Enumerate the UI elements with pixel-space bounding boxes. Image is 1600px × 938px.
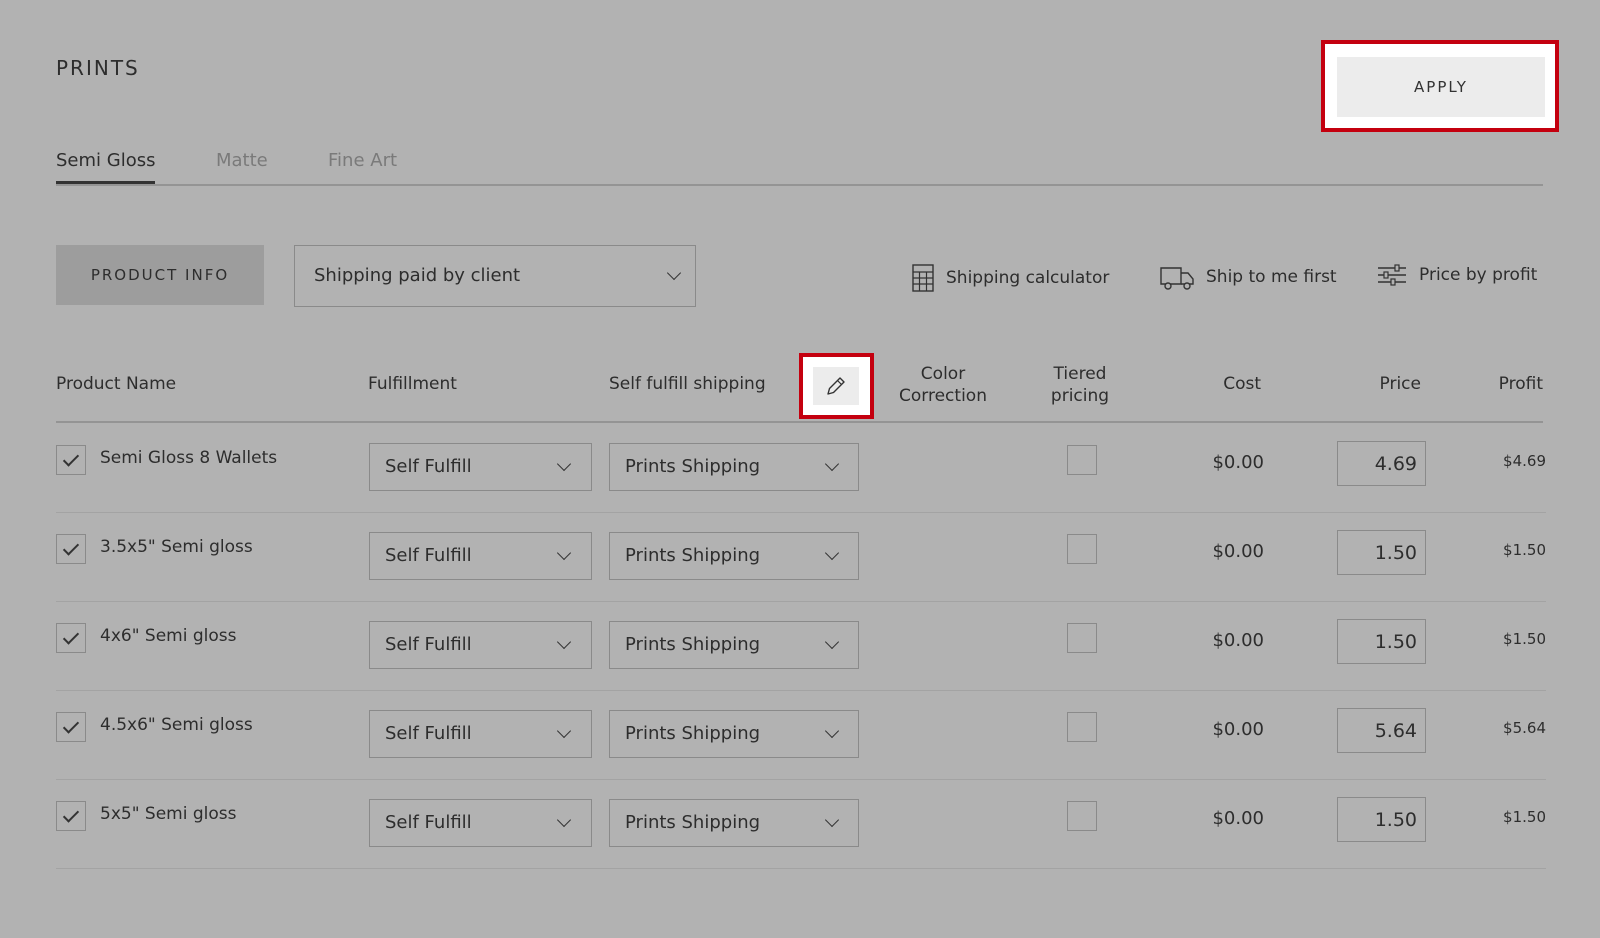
sliders-icon [1378,264,1406,286]
ship-to-me-first-label: Ship to me first [1206,267,1337,287]
calculator-icon [912,264,934,292]
chevron-down-icon [824,456,840,472]
pencil-icon [827,377,845,395]
column-profit: Profit [1498,374,1543,394]
chevron-down-icon [556,723,572,739]
shipping-value: Prints Shipping [625,812,761,833]
price-input[interactable] [1337,530,1426,575]
table-row: 4.5x6" Semi gloss Self Fulfill Prints Sh… [56,690,1546,780]
edit-highlight [799,353,874,419]
column-price: Price [1379,374,1421,394]
shipping-value: Prints Shipping [625,545,761,566]
fulfillment-select[interactable]: Self Fulfill [369,621,592,669]
price-input[interactable] [1337,797,1426,842]
apply-button[interactable]: APPLY [1337,57,1545,117]
product-name: 5x5" Semi gloss [100,804,237,824]
shipping-select[interactable]: Prints Shipping [609,532,859,580]
chevron-down-icon [824,812,840,828]
chevron-down-icon [556,634,572,650]
row-checkbox[interactable] [56,712,86,742]
profit-value: $1.50 [1503,630,1546,648]
product-name: Semi Gloss 8 Wallets [100,448,278,468]
shipping-select[interactable]: Prints Shipping [609,799,859,847]
tiered-pricing-checkbox[interactable] [1067,623,1097,653]
row-checkbox[interactable] [56,445,86,475]
fulfillment-select[interactable]: Self Fulfill [369,799,592,847]
shipping-value: Prints Shipping [625,634,761,655]
row-checkbox[interactable] [56,623,86,653]
table-row: 4x6" Semi gloss Self Fulfill Prints Ship… [56,601,1546,691]
chevron-down-icon [824,634,840,650]
column-self-fulfill-shipping: Self fulfill shipping [609,374,766,394]
chevron-down-icon [824,723,840,739]
cost-value: $0.00 [1212,541,1264,562]
shipping-mode-select[interactable]: Shipping paid by client [294,245,696,307]
shipping-select[interactable]: Prints Shipping [609,710,859,758]
shipping-calculator-label: Shipping calculator [946,268,1110,288]
chevron-down-icon [556,456,572,472]
chevron-down-icon [556,812,572,828]
shipping-mode-value: Shipping paid by client [314,265,521,286]
truck-icon [1160,267,1194,290]
product-info-button[interactable]: PRODUCT INFO [56,245,264,305]
table-row: 5x5" Semi gloss Self Fulfill Prints Ship… [56,779,1546,869]
column-color-correction: Color Correction [899,364,987,406]
profit-value: $5.64 [1503,719,1546,737]
price-input[interactable] [1337,619,1426,664]
fulfillment-value: Self Fulfill [385,812,472,833]
fulfillment-select[interactable]: Self Fulfill [369,532,592,580]
fulfillment-value: Self Fulfill [385,456,472,477]
tiered-pricing-checkbox[interactable] [1067,801,1097,831]
fulfillment-select[interactable]: Self Fulfill [369,710,592,758]
product-name: 3.5x5" Semi gloss [100,537,253,557]
profit-value: $1.50 [1503,808,1546,826]
chevron-down-icon [824,545,840,561]
tab-matte[interactable]: Matte [216,150,268,181]
column-product-name: Product Name [56,374,177,394]
tiered-pricing-checkbox[interactable] [1067,445,1097,475]
profit-value: $4.69 [1503,452,1546,470]
column-fulfillment: Fulfillment [368,374,457,394]
price-by-profit-label: Price by profit [1419,265,1538,285]
product-name: 4.5x6" Semi gloss [100,715,253,735]
page-title: PRINTS [56,56,140,80]
shipping-value: Prints Shipping [625,456,761,477]
price-input[interactable] [1337,708,1426,753]
tiered-pricing-checkbox[interactable] [1067,534,1097,564]
cost-value: $0.00 [1212,719,1264,740]
product-name: 4x6" Semi gloss [100,626,237,646]
price-by-profit-button[interactable]: Price by profit [1377,264,1537,286]
fulfillment-value: Self Fulfill [385,545,472,566]
column-cost: Cost [1223,374,1261,394]
edit-shipping-button[interactable] [813,367,859,405]
apply-highlight: APPLY [1321,40,1559,132]
cost-value: $0.00 [1212,452,1264,473]
shipping-select[interactable]: Prints Shipping [609,443,859,491]
row-checkbox[interactable] [56,534,86,564]
cost-value: $0.00 [1212,630,1264,651]
column-tiered-pricing: Tiered pricing [1050,364,1110,406]
profit-value: $1.50 [1503,541,1546,559]
ship-to-me-first-button[interactable]: Ship to me first [1160,264,1337,290]
shipping-select[interactable]: Prints Shipping [609,621,859,669]
table-row: Semi Gloss 8 Wallets Self Fulfill Prints… [56,423,1546,513]
fulfillment-value: Self Fulfill [385,634,472,655]
shipping-value: Prints Shipping [625,723,761,744]
price-input[interactable] [1337,441,1426,486]
chevron-down-icon [666,265,682,281]
tab-fine-art[interactable]: Fine Art [328,150,397,181]
tab-semi-gloss[interactable]: Semi Gloss [56,150,156,184]
shipping-calculator-button[interactable]: Shipping calculator [912,264,1109,292]
cost-value: $0.00 [1212,808,1264,829]
chevron-down-icon [556,545,572,561]
fulfillment-value: Self Fulfill [385,723,472,744]
row-checkbox[interactable] [56,801,86,831]
tiered-pricing-checkbox[interactable] [1067,712,1097,742]
table-row: 3.5x5" Semi gloss Self Fulfill Prints Sh… [56,512,1546,602]
fulfillment-select[interactable]: Self Fulfill [369,443,592,491]
tab-bar: Semi Gloss Matte Fine Art [56,148,1543,186]
